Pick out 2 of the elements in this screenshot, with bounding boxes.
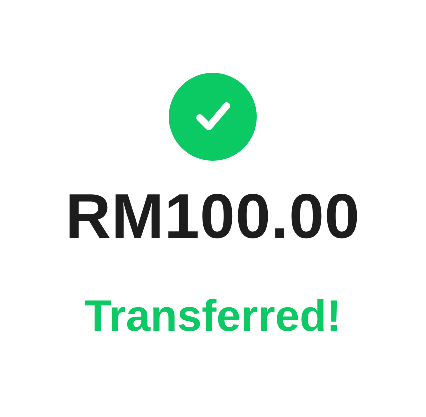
amount: RM100.00 <box>66 186 360 249</box>
status-message: Transferred! <box>84 295 342 339</box>
